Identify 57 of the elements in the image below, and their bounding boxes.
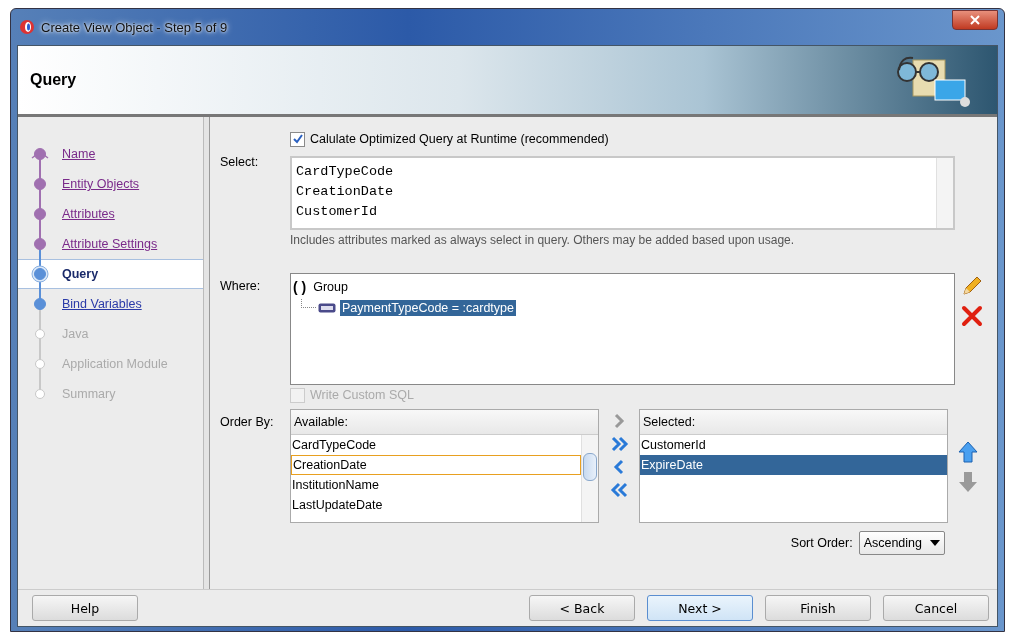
dialog-button[interactable]: Next > <box>647 595 753 621</box>
step-label: Application Module <box>62 357 168 371</box>
parentheses-icon: ( ) <box>293 278 307 295</box>
field-label: Select: <box>220 155 259 169</box>
checkbox-label: Write Custom SQL <box>310 388 414 402</box>
move-up-icon[interactable] <box>958 441 978 463</box>
tree-node[interactable]: PaymentTypeCode = :cardtype <box>340 299 516 316</box>
step-link[interactable]: Bind Variables <box>62 297 142 311</box>
dialog-button[interactable]: Help <box>32 595 138 621</box>
list-item: CardTypeCode <box>296 163 395 181</box>
list-item[interactable]: CreationDate <box>291 455 581 475</box>
hint-text: Includes attributes marked as always select in query. Others may be added based upon usage. <box>290 233 796 247</box>
add-all-icon[interactable] <box>609 435 629 453</box>
dialog-button[interactable]: < Back <box>529 595 635 621</box>
list-item: CustomerId <box>296 203 378 221</box>
delete-icon[interactable] <box>961 305 983 327</box>
list-header: Available: <box>291 410 598 435</box>
condition-tree[interactable]: ( ) Group PaymentTypeCode = :cardtype <box>290 273 955 385</box>
list-item[interactable]: ExpireDate <box>640 455 947 475</box>
field-label: Sort Order: <box>790 536 853 550</box>
step-link[interactable]: Entity Objects <box>62 177 140 191</box>
scrollbar[interactable] <box>936 158 953 228</box>
caret-icon <box>930 540 940 546</box>
checkbox[interactable] <box>290 131 305 147</box>
list-header: Selected: <box>640 410 947 435</box>
step-label: Summary <box>62 387 116 401</box>
app-logo-icon <box>19 19 35 35</box>
step-link[interactable]: Attribute Settings <box>62 237 158 251</box>
checkbox-label: Calulate Optimized Query at Runtime (recommended) <box>310 132 609 146</box>
move-down-icon[interactable] <box>958 471 978 493</box>
expression-icon <box>318 302 336 313</box>
splitter-handle[interactable] <box>204 117 210 589</box>
selected-list[interactable]: Selected: CustomerId ExpireDate <box>639 409 948 523</box>
step-link[interactable]: Attributes <box>62 207 115 221</box>
scrollbar[interactable] <box>581 435 598 522</box>
remove-all-icon[interactable] <box>609 481 629 499</box>
page-title: Query <box>30 71 77 89</box>
edit-icon[interactable] <box>961 275 983 297</box>
field-label: Where: <box>220 279 261 293</box>
sort-order-dropdown[interactable]: Ascending <box>858 531 945 555</box>
list-item[interactable]: InstitutionName <box>291 475 581 495</box>
close-button[interactable] <box>952 10 998 30</box>
list-item: CreationDate <box>296 183 395 201</box>
step-label: Java <box>62 327 89 341</box>
dialog-button[interactable]: Cancel <box>883 595 989 621</box>
window-title: Create View Object - Step 5 of 9 <box>41 19 228 35</box>
tree-node[interactable]: Group <box>311 278 350 295</box>
list-item[interactable]: CardTypeCode <box>291 435 581 455</box>
step-link[interactable]: Name <box>62 147 96 161</box>
list-item[interactable]: LastUpdateDate <box>291 495 581 515</box>
step-label[interactable]: Query <box>62 267 99 281</box>
field-label: Order By: <box>220 415 274 429</box>
dialog-button[interactable]: Finish <box>765 595 871 621</box>
available-list[interactable]: Available: CardTypeCode CreationDate InstitutionName LastUpdateDate <box>290 409 599 523</box>
list-item[interactable]: CustomerId <box>640 435 947 455</box>
close-icon <box>970 15 980 25</box>
select-list[interactable]: CardTypeCode CreationDate CustomerId <box>290 156 955 230</box>
